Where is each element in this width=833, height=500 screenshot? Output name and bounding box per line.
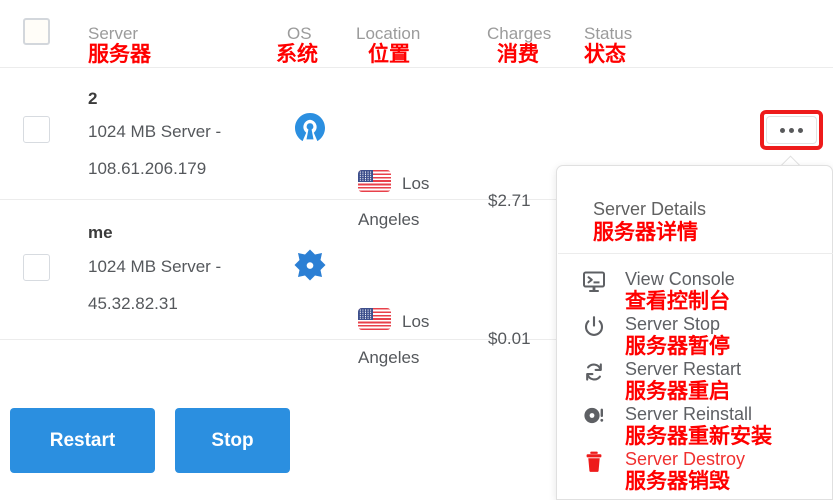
openvpn-icon <box>292 110 328 146</box>
popover-title: Server Details <box>593 199 707 219</box>
server-list-page: Server 服务器 OS 系统 Location 位置 Charges 消费 … <box>0 0 833 500</box>
column-header-status: Status <box>584 24 633 43</box>
menu-item-server-stop[interactable]: Server Stop 服务器暂停 <box>557 314 833 360</box>
console-monitor-icon <box>581 269 607 295</box>
menu-item-label-cn: 查看控制台 <box>625 289 730 313</box>
trash-icon <box>581 449 607 475</box>
menu-item-label: Server Reinstall <box>625 404 753 424</box>
stop-button[interactable]: Stop <box>175 408 290 473</box>
column-header-os-cn: 系统 <box>276 42 318 66</box>
restart-arrows-icon <box>581 359 607 385</box>
column-header-location: Location <box>356 24 421 43</box>
menu-item-label-cn: 服务器重新安装 <box>625 424 772 448</box>
select-all-checkbox[interactable] <box>23 18 50 45</box>
location-line1: Los <box>402 174 430 193</box>
column-header-server-cn: 服务器 <box>88 42 151 66</box>
row-checkbox[interactable] <box>23 254 50 281</box>
restart-button[interactable]: Restart <box>10 408 155 473</box>
us-flag-icon <box>358 170 391 192</box>
menu-item-label: Server Restart <box>625 359 742 379</box>
server-name: 2 <box>88 89 98 108</box>
server-name: me <box>88 223 113 242</box>
column-header-location-cn: 位置 <box>368 42 410 66</box>
menu-item-label: Server Destroy <box>625 449 746 469</box>
menu-item-label-cn: 服务器暂停 <box>625 334 730 358</box>
server-actions-popover: Server Details 服务器详情 View Console 查看控制台 <box>556 165 833 500</box>
column-header-charges: Charges <box>487 24 552 43</box>
annotation-highlight-box <box>760 110 823 150</box>
table-header: Server 服务器 OS 系统 Location 位置 Charges 消费 … <box>0 0 833 68</box>
server-description: 1024 MB Server - <box>88 257 222 276</box>
power-icon <box>581 314 607 340</box>
menu-item-server-reinstall[interactable]: Server Reinstall 服务器重新安装 <box>557 404 833 450</box>
charges-value: $0.01 <box>488 329 531 348</box>
menu-item-view-console[interactable]: View Console 查看控制台 <box>557 269 833 315</box>
menu-item-label: View Console <box>625 269 735 289</box>
popover-divider <box>558 253 833 254</box>
centos-icon <box>292 248 328 284</box>
location-line1: Los <box>402 312 430 331</box>
column-header-server: Server <box>88 24 139 43</box>
server-ip: 45.32.82.31 <box>88 294 178 313</box>
row-checkbox[interactable] <box>23 116 50 143</box>
server-description: 1024 MB Server - <box>88 122 222 141</box>
column-header-os: OS <box>287 24 312 43</box>
menu-item-label: Server Stop <box>625 314 721 334</box>
server-ip: 108.61.206.179 <box>88 159 207 178</box>
menu-item-server-restart[interactable]: Server Restart 服务器重启 <box>557 359 833 405</box>
location-line2: Angeles <box>358 348 420 367</box>
disc-alert-icon <box>581 404 607 430</box>
column-header-charges-cn: 消费 <box>497 42 539 66</box>
menu-item-server-destroy[interactable]: Server Destroy 服务器销毁 <box>557 449 833 495</box>
menu-item-label-cn: 服务器销毁 <box>625 469 730 493</box>
column-header-status-cn: 状态 <box>584 42 626 66</box>
popover-title-cn: 服务器详情 <box>593 220 698 244</box>
us-flag-icon <box>358 308 391 330</box>
menu-item-label-cn: 服务器重启 <box>625 379 730 403</box>
